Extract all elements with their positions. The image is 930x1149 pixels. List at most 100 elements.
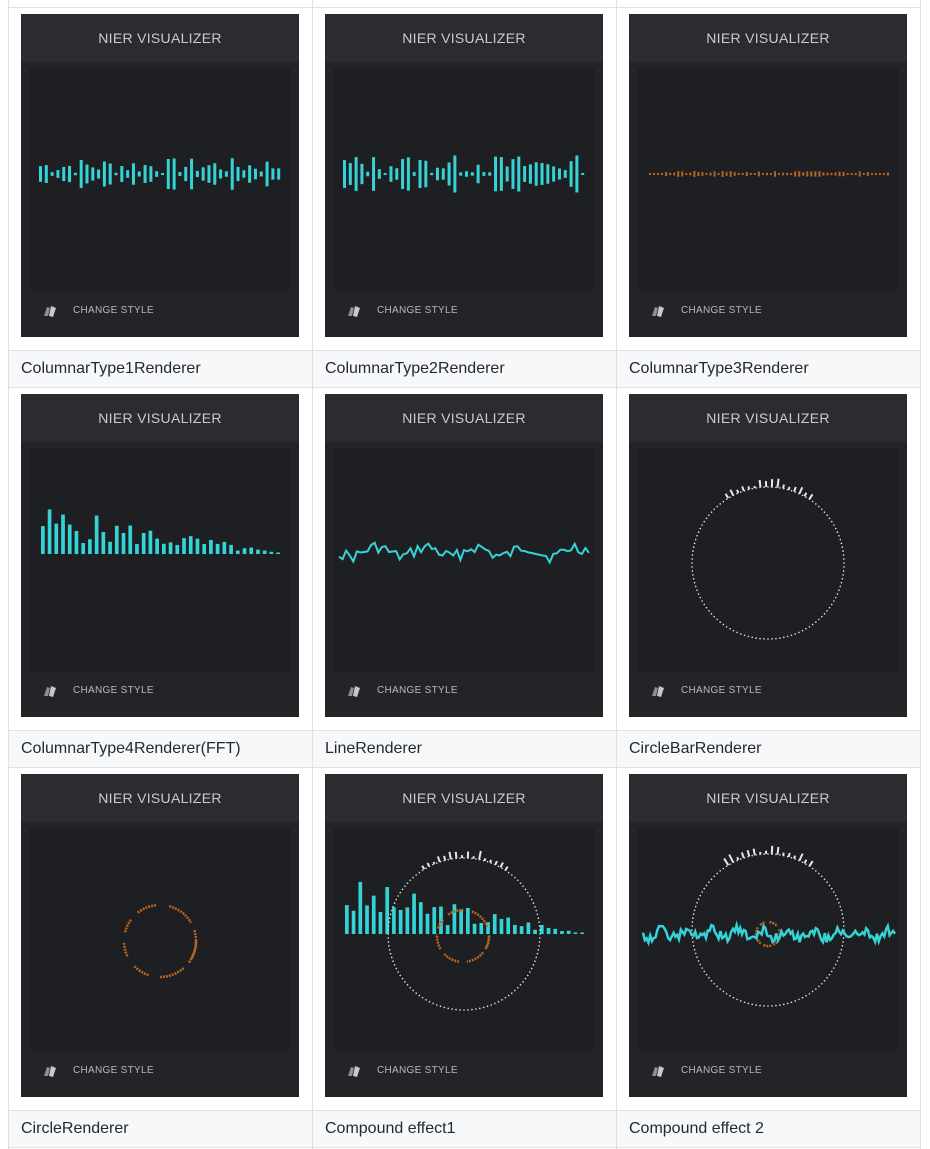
circle-dot [691, 937, 694, 939]
circle-dot [708, 881, 710, 883]
circle-dot [428, 1000, 431, 1003]
style-brush-icon [348, 1066, 360, 1077]
circle-dot [412, 876, 414, 879]
change-style-label: CHANGE STYLE [681, 685, 762, 696]
fft-bar [41, 526, 45, 554]
circle-dot [830, 603, 833, 606]
visualizer-screenshot: NIER VISUALIZER CHANGE STYLE [325, 394, 603, 717]
circle-dot [697, 593, 700, 595]
circle-dot [828, 973, 831, 976]
circle-dot [823, 511, 826, 513]
circle-dot [842, 554, 845, 556]
circle-dot [830, 520, 833, 523]
waveform-bar [661, 173, 664, 175]
fft-bar [276, 552, 280, 554]
circle-dot [786, 635, 789, 638]
style-brush-icon [652, 1066, 664, 1077]
circle-dot [826, 977, 828, 979]
circle-dot [736, 998, 738, 1001]
circle-dot [421, 996, 424, 999]
waveform-bar [697, 171, 700, 177]
circle-dot [743, 1001, 746, 1004]
circle-bar [483, 858, 487, 862]
fft-bar [385, 887, 390, 934]
renderer-caption: ColumnarType4Renderer(FFT) [9, 730, 312, 767]
waveform-bar [546, 164, 550, 184]
style-brush-icon [348, 686, 360, 697]
circle-dot [691, 921, 694, 923]
waveform-bar [348, 163, 352, 185]
circle-dot [697, 960, 700, 962]
circle-bar [724, 493, 730, 499]
fft-bar [108, 541, 112, 554]
fft-bar [209, 539, 213, 554]
circle-dot [404, 981, 406, 983]
visualizer-screenshot: NIER VISUALIZER CHANGE STYLE [21, 14, 299, 337]
circle-dot [841, 945, 844, 947]
fft-bar [345, 905, 349, 934]
circle-dot [435, 1004, 438, 1006]
circle-dot [535, 956, 538, 959]
circle-bar [793, 486, 797, 492]
renderer-caption: LineRenderer [313, 730, 616, 767]
waveform-bar [126, 170, 130, 178]
circle-dot [691, 558, 693, 560]
circle-dot [387, 933, 389, 935]
waveform-bar [131, 163, 135, 185]
fft-bar [168, 542, 173, 554]
fft-bar [88, 539, 92, 554]
circle-dot [409, 986, 412, 989]
circle-dot [805, 496, 807, 498]
circle-dot [716, 505, 718, 508]
fft-bar [513, 924, 517, 934]
fft-bar [466, 907, 470, 934]
circle-dot [775, 637, 777, 640]
circle-dot [833, 891, 835, 893]
circle-dot [415, 874, 417, 876]
waveform-bar [745, 171, 748, 177]
waveform-bar [499, 157, 503, 191]
waveform-bar [253, 168, 257, 180]
circle-dot [519, 882, 522, 884]
circle-dot [692, 550, 694, 552]
circle-dot [833, 967, 835, 969]
circle-dot [486, 1005, 489, 1008]
renderer-caption: ColumnarType2Renderer [313, 350, 616, 387]
waveform-bar [765, 172, 768, 176]
waveform-bar [259, 171, 263, 177]
waveform-bar [161, 173, 164, 175]
waveform-bar [224, 171, 228, 177]
circle-dot [534, 905, 536, 908]
circle-dot [529, 895, 531, 897]
circle-dot [811, 867, 814, 870]
waveform-bar [557, 168, 561, 180]
waveform-bar [406, 157, 410, 191]
circle-dot [729, 496, 731, 498]
waveform-bar [528, 164, 532, 184]
waveform-bar [806, 171, 809, 177]
visualizer-screenshot: NIER VISUALIZER CHANGE STYLE [629, 14, 907, 337]
circle-dot [763, 853, 765, 855]
waveform-bar [120, 166, 124, 182]
fft-bar [398, 909, 403, 934]
circle-dot [830, 970, 833, 973]
circle-dot [823, 613, 826, 615]
circle-dot [538, 921, 540, 923]
waveform-bar [886, 172, 889, 176]
waveform-bar [701, 172, 704, 176]
renderer-caption: CircleRenderer [9, 1110, 312, 1147]
circle-dot [691, 570, 694, 572]
circle-bar [421, 865, 426, 870]
circle-bar [443, 855, 447, 861]
circle-dot [801, 861, 804, 864]
waveform-bar [882, 173, 885, 175]
waveform-bar [818, 171, 821, 177]
fft-bar [425, 913, 430, 934]
waveform-bar [50, 172, 54, 176]
change-style-label: CHANGE STYLE [73, 1065, 154, 1076]
fft-bar [553, 928, 558, 934]
circle-dot [387, 941, 390, 943]
circle-dot [435, 862, 438, 864]
circle-dot [388, 921, 390, 923]
waveform-bar [741, 173, 744, 175]
